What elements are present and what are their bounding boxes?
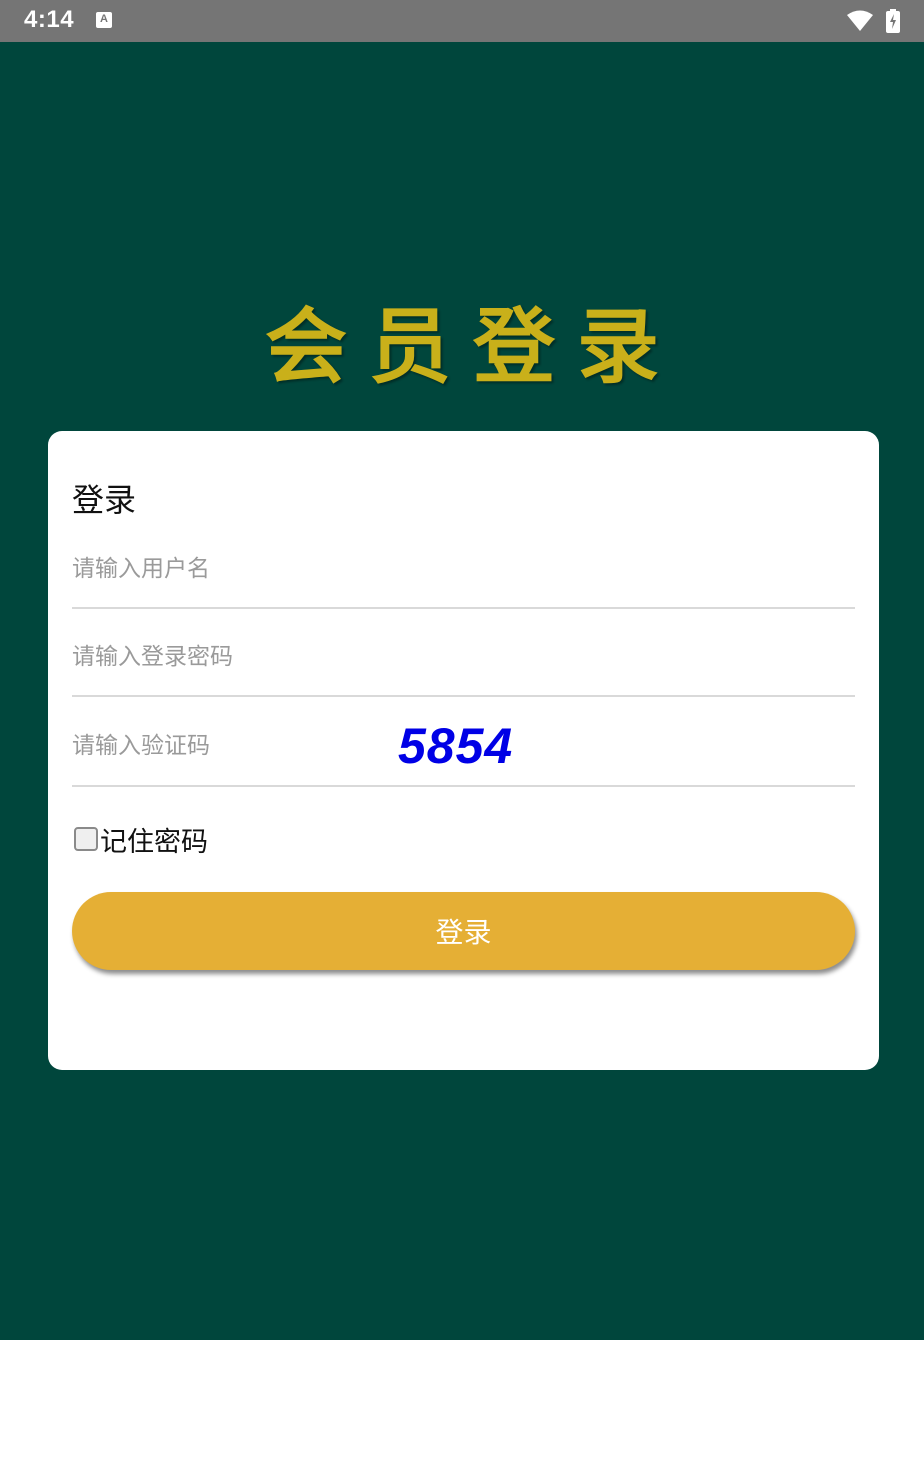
password-input[interactable] [72,609,855,695]
battery-charging-icon [886,9,900,33]
status-bar: 4:14 A [0,0,924,42]
remember-password-row[interactable]: 记住密码 [74,819,208,859]
keyboard-a-icon: A [96,12,112,28]
status-time: 4:14 [24,6,75,33]
login-card: 登录 5854 记住密码 登录 [48,431,879,1070]
remember-password-checkbox[interactable] [74,827,98,851]
captcha-input[interactable] [72,697,372,785]
username-field-container [72,521,855,609]
page-title: 会员登录 [264,299,681,395]
keyboard-a-letter: A [100,13,108,25]
bottom-blank-area [0,1340,924,1477]
login-heading: 登录 [72,481,137,519]
wifi-icon [847,10,873,31]
password-field-container [72,609,855,697]
remember-password-label[interactable]: 记住密码 [100,820,208,859]
login-button[interactable]: 登录 [72,892,855,970]
username-input[interactable] [72,521,855,607]
captcha-code-image[interactable]: 5854 [398,717,513,775]
captcha-field-container: 5854 [72,697,855,787]
